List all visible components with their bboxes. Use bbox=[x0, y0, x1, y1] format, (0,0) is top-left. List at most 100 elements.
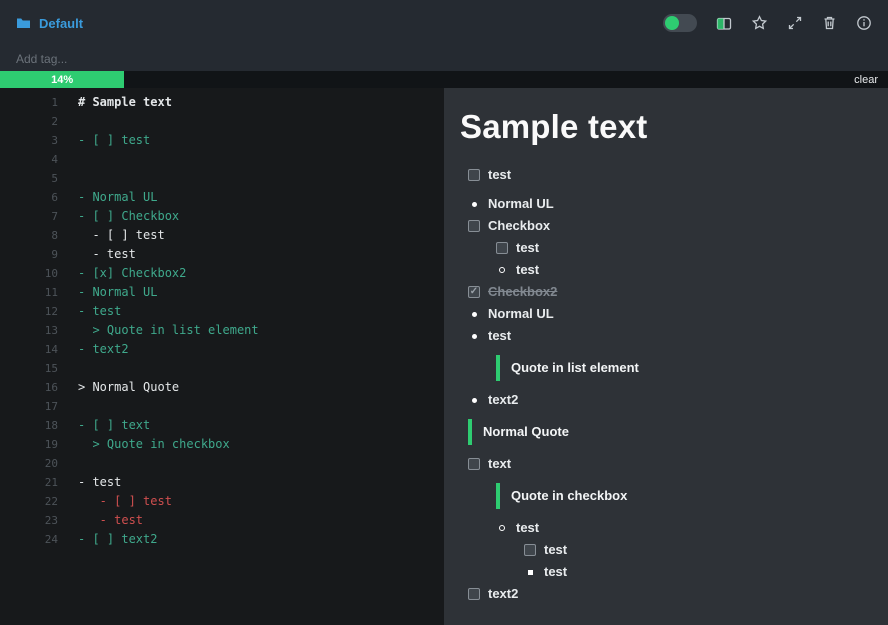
bullet-disc-icon bbox=[468, 202, 480, 207]
line-number: 2 bbox=[51, 115, 58, 128]
app-window: Default Add tag... 14% clear 1 2 3 4 5 6… bbox=[0, 0, 888, 625]
editor-gutter: 1 2 3 4 5 6 7 8 9 10 11 12 13 14 15 16 17 18 19 20 21 22 23 24 bbox=[0, 93, 58, 625]
preview-task-item: test bbox=[460, 168, 868, 182]
editor-line[interactable]: > Quote in list element bbox=[78, 321, 444, 340]
preview-item-text: Normal UL bbox=[488, 306, 554, 321]
preview-item-text: Checkbox2 bbox=[488, 284, 558, 299]
preview-task-item: text bbox=[460, 457, 868, 471]
quote-text: Quote in list element bbox=[496, 355, 639, 381]
line-number: 6 bbox=[51, 191, 58, 204]
line-number: 15 bbox=[44, 362, 58, 375]
split-view-icon[interactable] bbox=[716, 16, 732, 31]
notebook-selector[interactable]: Default bbox=[16, 16, 83, 31]
editor-line[interactable]: - test bbox=[78, 302, 444, 321]
progress-bar: 14% clear bbox=[0, 71, 888, 88]
editor-line[interactable]: - [ ] text2 bbox=[78, 530, 444, 549]
preview-item-text: test bbox=[516, 240, 540, 255]
line-number: 20 bbox=[44, 457, 58, 470]
line-number: 21 bbox=[44, 476, 58, 489]
checkbox-unchecked[interactable] bbox=[468, 588, 480, 600]
editor-line[interactable]: - text2 bbox=[78, 340, 444, 359]
folder-icon bbox=[16, 16, 31, 30]
editor-line[interactable]: # Sample text bbox=[78, 93, 444, 112]
editor-line[interactable] bbox=[78, 150, 444, 169]
preview-bullet-item: test bbox=[460, 521, 868, 535]
clear-button[interactable]: clear bbox=[854, 71, 878, 88]
editor-line[interactable]: - Normal UL bbox=[78, 283, 444, 302]
add-tag-input[interactable] bbox=[16, 51, 216, 66]
preview-item-text: test bbox=[544, 542, 568, 557]
preview-bullet-item: Normal UL bbox=[460, 307, 868, 321]
trash-icon[interactable] bbox=[822, 15, 837, 31]
preview-item-text: test bbox=[488, 328, 512, 343]
preview-content: test Normal UL Checkbox test test Checkbox2 No… bbox=[460, 168, 868, 601]
preview-heading: Sample text bbox=[460, 108, 648, 145]
line-number: 16 bbox=[44, 381, 58, 394]
editor-line[interactable]: > Normal Quote bbox=[78, 378, 444, 397]
line-number: 18 bbox=[44, 419, 58, 432]
checkbox-unchecked[interactable] bbox=[468, 169, 480, 181]
preview-item-text: test bbox=[544, 564, 568, 579]
preview-item-text: text2 bbox=[488, 392, 519, 407]
preview-bullet-item: test bbox=[460, 263, 868, 277]
bullet-disc-icon bbox=[468, 334, 480, 339]
info-icon[interactable] bbox=[856, 15, 872, 31]
expand-icon[interactable] bbox=[787, 15, 803, 31]
editor-line[interactable] bbox=[78, 359, 444, 378]
bullet-square-icon bbox=[524, 570, 536, 575]
editor-line[interactable]: - [ ] test bbox=[78, 226, 444, 245]
editor-line[interactable]: - [ ] Checkbox bbox=[78, 207, 444, 226]
line-number: 1 bbox=[51, 96, 58, 109]
editor-pane[interactable]: 1 2 3 4 5 6 7 8 9 10 11 12 13 14 15 16 17 18 19 20 21 22 23 24 … bbox=[0, 88, 444, 625]
editor-line[interactable]: - test bbox=[78, 511, 444, 530]
line-number: 12 bbox=[44, 305, 58, 318]
main-split: 1 2 3 4 5 6 7 8 9 10 11 12 13 14 15 16 17 18 19 20 21 22 23 24 … bbox=[0, 88, 888, 625]
preview-toggle[interactable] bbox=[663, 14, 697, 32]
star-icon[interactable] bbox=[751, 15, 768, 31]
preview-task-item: test bbox=[460, 241, 868, 255]
line-number: 24 bbox=[44, 533, 58, 546]
editor-line[interactable]: - [ ] test bbox=[78, 492, 444, 511]
quote-text: Normal Quote bbox=[468, 419, 569, 445]
editor-line[interactable] bbox=[78, 454, 444, 473]
editor-code[interactable]: # Sample text - [ ] test - Normal UL - [ … bbox=[58, 93, 444, 625]
preview-quote-item: Normal Quote bbox=[460, 419, 868, 445]
editor-line[interactable]: - test bbox=[78, 245, 444, 264]
line-number: 22 bbox=[44, 495, 58, 508]
line-number: 11 bbox=[44, 286, 58, 299]
preview-item-text: Checkbox bbox=[488, 218, 551, 233]
preview-bullet-item: test bbox=[460, 329, 868, 343]
editor-line[interactable]: > Quote in checkbox bbox=[78, 435, 444, 454]
line-number: 4 bbox=[51, 153, 58, 166]
editor-line[interactable] bbox=[78, 169, 444, 188]
preview-item-text: test bbox=[516, 262, 540, 277]
preview-task-item: test bbox=[460, 543, 868, 557]
line-number: 17 bbox=[44, 400, 58, 413]
editor-line[interactable]: - test bbox=[78, 473, 444, 492]
line-number: 3 bbox=[51, 134, 58, 147]
line-number: 7 bbox=[51, 210, 58, 223]
checkbox-unchecked[interactable] bbox=[524, 544, 536, 556]
checkbox-unchecked[interactable] bbox=[468, 220, 480, 232]
line-number: 10 bbox=[44, 267, 58, 280]
editor-line[interactable]: - [x] Checkbox2 bbox=[78, 264, 444, 283]
editor-line[interactable]: - [ ] test bbox=[78, 131, 444, 150]
preview-bullet-item: text2 bbox=[460, 393, 868, 407]
checkbox-unchecked[interactable] bbox=[496, 242, 508, 254]
editor-line[interactable] bbox=[78, 112, 444, 131]
notebook-name[interactable]: Default bbox=[39, 16, 83, 31]
preview-bullet-item: Normal UL bbox=[460, 197, 868, 211]
line-number: 13 bbox=[44, 324, 58, 337]
preview-item-text: text bbox=[488, 456, 512, 471]
editor-line[interactable] bbox=[78, 397, 444, 416]
line-number: 19 bbox=[44, 438, 58, 451]
toolbar-icons bbox=[663, 14, 872, 32]
preview-item-text: test bbox=[516, 520, 540, 535]
preview-bullet-item: test bbox=[460, 565, 868, 579]
line-number: 9 bbox=[51, 248, 58, 261]
checkbox-unchecked[interactable] bbox=[468, 458, 480, 470]
editor-line[interactable]: - [ ] text bbox=[78, 416, 444, 435]
checkbox-checked[interactable] bbox=[468, 286, 480, 298]
preview-task-item: text2 bbox=[460, 587, 868, 601]
editor-line[interactable]: - Normal UL bbox=[78, 188, 444, 207]
